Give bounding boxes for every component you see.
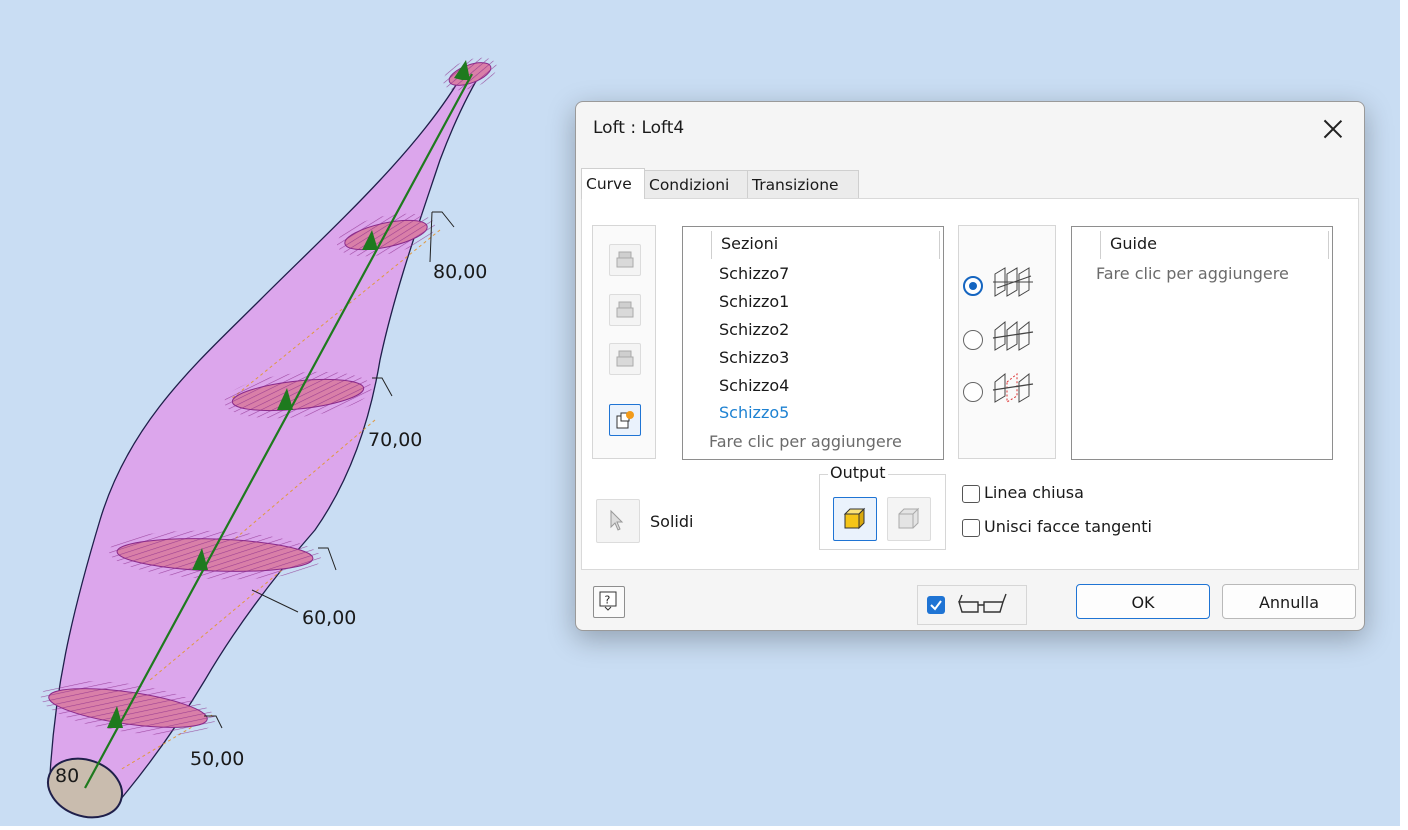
help-icon: ? [599, 591, 617, 611]
sections-listbox[interactable]: Sezioni Schizzo7 Schizzo1 Schizzo2 Schiz… [682, 226, 944, 460]
remove-section-button[interactable] [609, 343, 641, 375]
area-loft-icon [992, 372, 1034, 403]
guides-add-hint[interactable]: Fare clic per aggiungere [1096, 264, 1289, 283]
stack-icon [616, 350, 634, 367]
loft-type-radio-centerline[interactable] [963, 330, 983, 350]
loft-type-group [958, 225, 1056, 459]
move-up-button[interactable] [609, 244, 641, 276]
rails-icon [993, 267, 1033, 297]
sections-header: Sezioni [721, 234, 779, 253]
svg-text:70,00: 70,00 [368, 429, 422, 451]
stack-icon [616, 251, 634, 268]
loft-type-radio-area[interactable] [963, 382, 983, 402]
checkmark-icon [930, 600, 942, 611]
tab-condizioni[interactable]: Condizioni [644, 170, 748, 198]
guides-header: Guide [1110, 234, 1157, 253]
tab-transizione[interactable]: Transizione [747, 170, 859, 198]
svg-text:80,00: 80,00 [433, 261, 487, 283]
move-down-button[interactable] [609, 294, 641, 326]
loft-dialog: Loft : Loft4 Curve Condizioni Transizion… [575, 101, 1365, 631]
close-icon[interactable] [1318, 114, 1348, 144]
closed-loop-label: Linea chiusa [984, 483, 1084, 502]
guides-listbox[interactable]: Guide Fare clic per aggiungere [1071, 226, 1333, 460]
cancel-button[interactable]: Annulla [1222, 584, 1356, 619]
solid-cube-icon [843, 507, 866, 530]
dimension-callout: 80,00 [429, 211, 487, 283]
glasses-icon [958, 593, 1007, 613]
loft-preview-scene[interactable]: 80 80,00 70,00 60,00 50,00 [0, 0, 560, 826]
closed-loop-checkbox[interactable] [962, 485, 980, 503]
add-shape-icon [616, 411, 634, 429]
ok-button[interactable]: OK [1076, 584, 1210, 619]
merge-tangent-faces-label: Unisci facce tangenti [984, 517, 1152, 536]
surface-cube-icon [898, 507, 920, 529]
svg-text:60,00: 60,00 [302, 607, 356, 629]
output-solid-button[interactable] [833, 497, 877, 541]
section-tools-column [592, 225, 656, 459]
help-button[interactable]: ? [593, 586, 625, 618]
loft-type-radio-rails[interactable] [963, 276, 983, 296]
output-surface-button[interactable] [887, 497, 931, 541]
center-line-icon [992, 320, 1034, 351]
sections-add-hint[interactable]: Fare clic per aggiungere [709, 432, 902, 451]
list-item[interactable]: Schizzo4 [719, 376, 789, 396]
list-item-selected[interactable]: Schizzo5 [719, 403, 789, 423]
list-item[interactable]: Schizzo7 [719, 264, 789, 284]
sketch-label: 80 [55, 765, 79, 787]
list-item[interactable]: Schizzo1 [719, 292, 789, 312]
merge-tangent-faces-checkbox[interactable] [962, 519, 980, 537]
add-section-button[interactable] [609, 404, 641, 436]
output-label: Output [828, 463, 888, 482]
list-item[interactable]: Schizzo3 [719, 348, 789, 368]
preview-group [917, 585, 1027, 625]
solids-label: Solidi [650, 512, 694, 531]
stack-icon [616, 301, 634, 318]
tab-curve[interactable]: Curve [581, 168, 645, 199]
svg-text:?: ? [605, 594, 611, 607]
dimension-callout: 70,00 [368, 377, 422, 451]
preview-checkbox[interactable] [927, 596, 945, 614]
tab-panel-curve: Sezioni Schizzo7 Schizzo1 Schizzo2 Schiz… [581, 198, 1359, 570]
svg-text:50,00: 50,00 [190, 748, 244, 770]
list-item[interactable]: Schizzo2 [719, 320, 789, 340]
dialog-title: Loft : Loft4 [593, 118, 685, 138]
pointer-icon [610, 509, 624, 531]
solids-select-button[interactable] [596, 499, 640, 543]
